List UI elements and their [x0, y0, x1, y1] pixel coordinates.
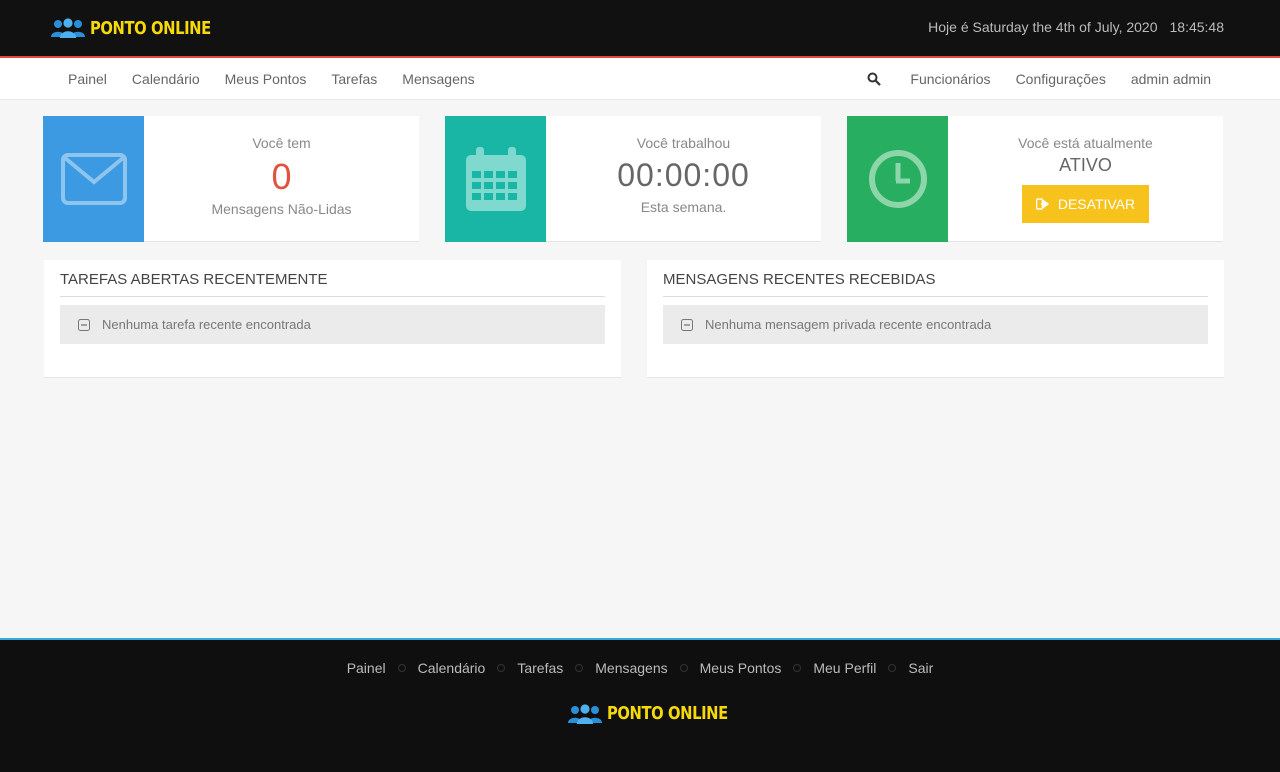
nav-configuracoes[interactable]: Configurações [1016, 71, 1106, 87]
users-icon [568, 703, 602, 724]
deactivate-label: DESATIVAR [1057, 196, 1136, 212]
worked-hours-card: Você trabalhou 00:00:00 Esta semana. [445, 116, 821, 242]
search-icon[interactable] [867, 72, 882, 86]
nav-left: Painel Calendário Meus Pontos Tarefas Me… [68, 71, 475, 87]
nav-calendario[interactable]: Calendário [132, 71, 200, 87]
card-body: Você está atualmente ATIVO DESATIVAR [948, 116, 1223, 242]
panel-title: MENSAGENS RECENTES RECEBIDAS [663, 271, 936, 288]
card-body: Você trabalhou 00:00:00 Esta semana. [546, 116, 821, 242]
unread-messages-card: Você tem 0 Mensagens Não-Lidas [43, 116, 419, 242]
empty-state-row: Nenhuma tarefa recente encontrada [60, 305, 605, 344]
nav-right: Funcionários Configurações admin admin [867, 71, 1211, 87]
panel-title: TAREFAS ABERTAS RECENTEMENTE [60, 271, 328, 288]
nav-user-menu[interactable]: admin admin [1131, 71, 1211, 87]
worked-time: 00:00:00 [617, 157, 750, 193]
brand-name: PONTO ONLINE [90, 17, 211, 39]
minus-square-icon [78, 318, 90, 331]
card-caption-bottom: Esta semana. [640, 199, 727, 215]
status-value: ATIVO [1059, 155, 1112, 175]
card-icon-box [43, 116, 144, 242]
empty-state-text: Nenhuma tarefa recente encontrada [102, 317, 311, 332]
deactivate-button[interactable]: DESATIVAR [1021, 185, 1150, 223]
footer-link-mensagens[interactable]: Mensagens [595, 660, 667, 676]
recent-tasks-panel: TAREFAS ABERTAS RECENTEMENTE Nenhuma tar… [44, 260, 621, 378]
nav-painel[interactable]: Painel [68, 71, 107, 87]
minus-square-icon [681, 318, 693, 331]
sign-out-icon [1035, 198, 1050, 210]
clock-icon [868, 150, 927, 208]
status-card: Você está atualmente ATIVO DESATIVAR [847, 116, 1223, 242]
card-caption-top: Você está atualmente [1018, 135, 1153, 151]
footer-separator [679, 664, 688, 672]
clock-label: 18:45:48 [1169, 19, 1225, 35]
footer-separator [888, 664, 897, 672]
footer-link-calendario[interactable]: Calendário [418, 660, 486, 676]
footer-brand-logo[interactable]: PONTO ONLINE [567, 703, 754, 724]
nav-meus-pontos[interactable]: Meus Pontos [225, 71, 307, 87]
footer-separator [575, 664, 584, 672]
date-label: Hoje é Saturday the 4th of July, 2020 [928, 19, 1158, 35]
footer-brand-name: PONTO ONLINE [607, 703, 728, 724]
card-caption-top: Você tem [252, 135, 311, 151]
footer-separator [793, 664, 802, 672]
calendar-icon [465, 147, 526, 211]
card-caption-bottom: Mensagens Não-Lidas [211, 201, 352, 217]
top-header: PONTO ONLINE Hoje é Saturday the 4th of … [0, 0, 1280, 58]
footer-link-meu-perfil[interactable]: Meu Perfil [813, 660, 876, 676]
footer-link-painel[interactable]: Painel [347, 660, 386, 676]
footer-nav: Painel Calendário Tarefas Mensagens Meus… [0, 660, 1280, 676]
footer: Painel Calendário Tarefas Mensagens Meus… [0, 638, 1280, 772]
nav-mensagens[interactable]: Mensagens [402, 71, 474, 87]
nav-funcionarios[interactable]: Funcionários [910, 71, 990, 87]
panel-divider [60, 296, 605, 297]
envelope-icon [60, 153, 127, 205]
card-body: Você tem 0 Mensagens Não-Lidas [144, 116, 419, 242]
unread-count: 0 [271, 156, 292, 197]
brand-logo[interactable]: PONTO ONLINE [50, 16, 237, 40]
footer-separator [397, 664, 406, 672]
nav-tarefas[interactable]: Tarefas [331, 71, 377, 87]
empty-state-text: Nenhuma mensagem privada recente encontr… [705, 317, 992, 332]
footer-link-tarefas[interactable]: Tarefas [517, 660, 563, 676]
card-icon-box [847, 116, 948, 242]
footer-separator [497, 664, 506, 672]
date-time: Hoje é Saturday the 4th of July, 2020 18:… [928, 19, 1224, 35]
recent-messages-panel: MENSAGENS RECENTES RECEBIDAS Nenhuma men… [647, 260, 1224, 378]
footer-link-sair[interactable]: Sair [908, 660, 933, 676]
users-icon [51, 18, 85, 38]
panel-divider [663, 296, 1208, 297]
card-caption-top: Você trabalhou [636, 135, 731, 151]
empty-state-row: Nenhuma mensagem privada recente encontr… [663, 305, 1208, 344]
footer-link-meus-pontos[interactable]: Meus Pontos [700, 660, 782, 676]
card-icon-box [445, 116, 546, 242]
main-nav: Painel Calendário Meus Pontos Tarefas Me… [0, 58, 1280, 100]
